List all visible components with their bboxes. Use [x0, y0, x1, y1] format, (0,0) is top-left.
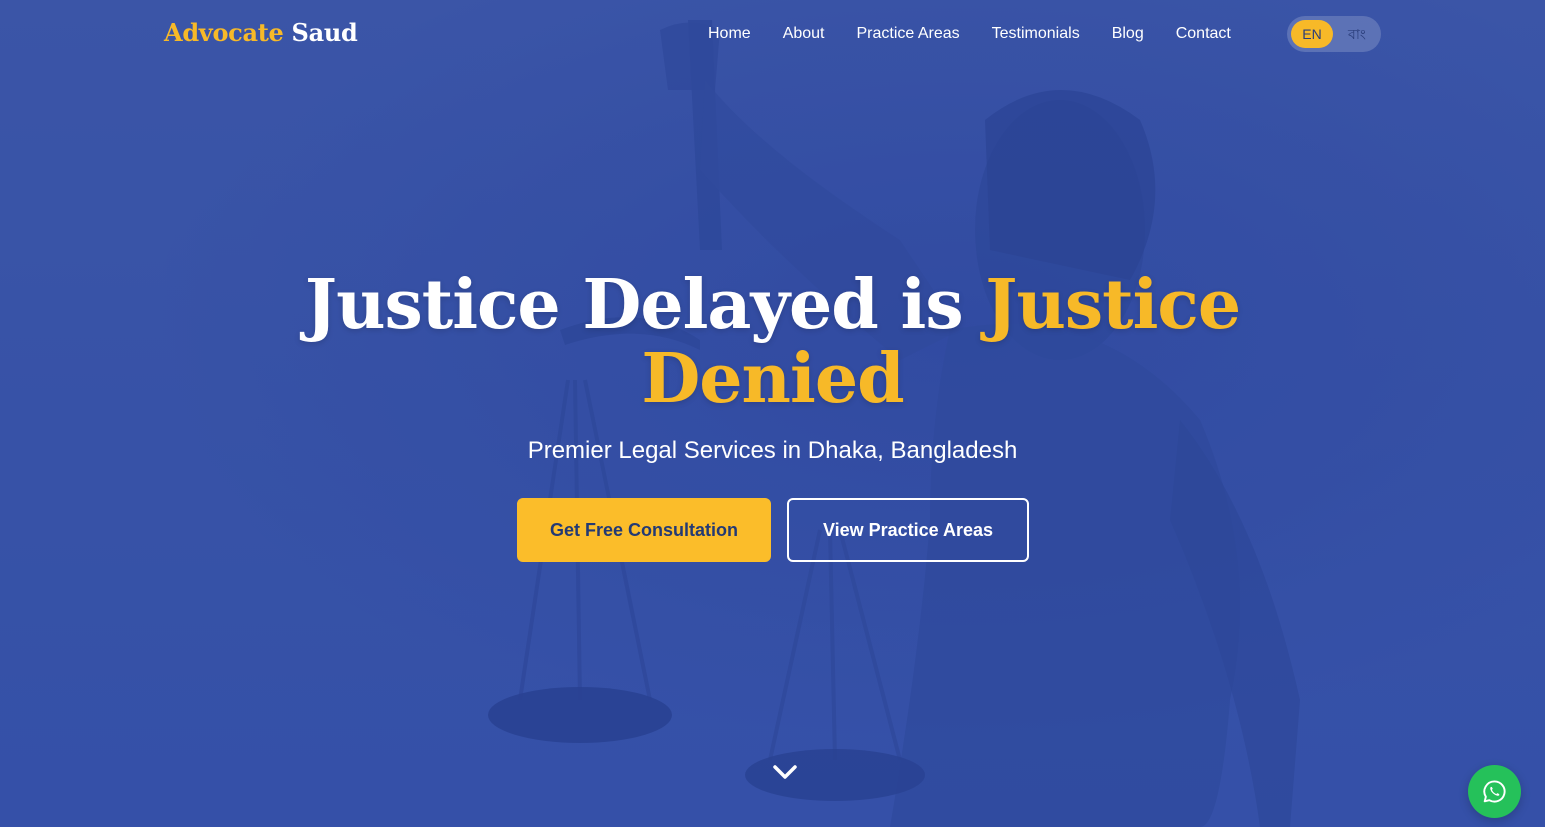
nav-testimonials[interactable]: Testimonials — [976, 22, 1096, 46]
hero-headline: Justice Delayed is Justice Denied — [0, 268, 1545, 416]
get-free-consultation-button[interactable]: Get Free Consultation — [517, 498, 771, 562]
whatsapp-chat-button[interactable] — [1468, 765, 1521, 818]
chevron-down-icon[interactable] — [770, 758, 800, 786]
main-nav: Home About Practice Areas Testimonials B… — [692, 22, 1247, 46]
nav-practice-areas[interactable]: Practice Areas — [841, 22, 976, 46]
headline-accent-1: Justice — [985, 265, 1241, 345]
nav-contact[interactable]: Contact — [1160, 22, 1247, 46]
logo-first-word: Advocate — [164, 18, 284, 47]
language-option-bn[interactable]: বাং — [1337, 20, 1377, 48]
hero-subtitle: Premier Legal Services in Dhaka, Banglad… — [527, 437, 1018, 464]
logo-second-word: Saud — [291, 18, 358, 47]
nav-home[interactable]: Home — [692, 22, 767, 46]
view-practice-areas-button[interactable]: View Practice Areas — [787, 498, 1029, 562]
nav-about[interactable]: About — [767, 22, 841, 46]
whatsapp-icon — [1483, 780, 1506, 803]
site-logo[interactable]: Advocate Saud — [164, 18, 358, 47]
headline-accent-2: Denied — [641, 339, 904, 419]
language-option-en[interactable]: EN — [1291, 20, 1333, 48]
language-toggle: EN বাং — [1287, 16, 1381, 52]
site-header: Advocate Saud Home About Practice Areas … — [0, 0, 1545, 70]
nav-blog[interactable]: Blog — [1096, 22, 1160, 46]
headline-plain: Justice Delayed is — [304, 265, 986, 345]
